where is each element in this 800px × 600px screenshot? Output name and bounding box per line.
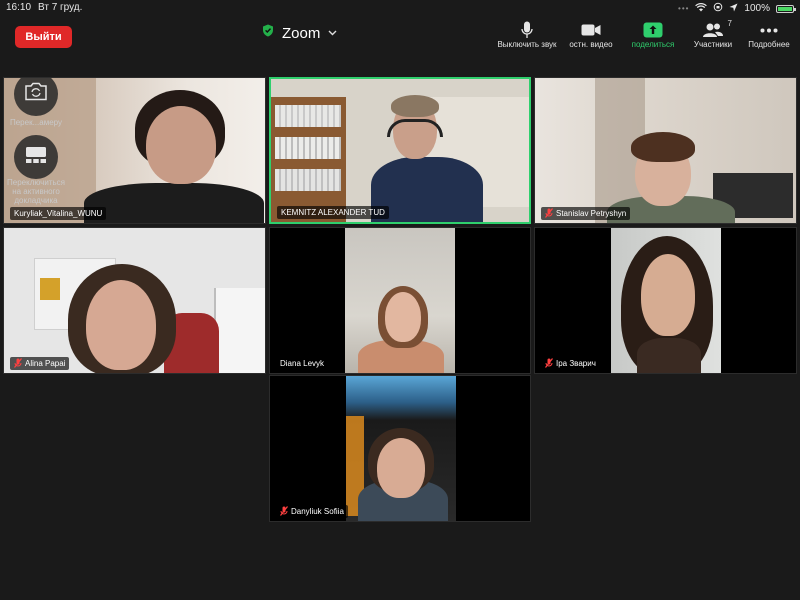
participants-label: Участники — [693, 40, 733, 49]
switch-camera-icon — [24, 82, 48, 106]
participant-name: Alina Papai — [25, 359, 66, 368]
microphone-muted-icon — [545, 207, 553, 220]
participant-name: Danyliuk Sofiia — [291, 507, 344, 516]
participants-count: 7 — [727, 19, 732, 28]
video-tile-active-speaker[interactable]: KEMNITZ ALEXANDER TUD — [269, 77, 531, 224]
status-time: 16:10 — [6, 2, 32, 13]
chevron-down-icon — [328, 28, 337, 39]
participant-name: Kuryliak_Vitalina_WUNU — [14, 209, 103, 218]
bookshelf — [271, 97, 346, 222]
mute-label: Выключить звук — [497, 40, 557, 49]
orientation-lock-icon — [713, 2, 723, 15]
video-tile[interactable]: Іра Зварич — [534, 227, 797, 374]
participant-name-tag: Danyliuk Sofiia — [276, 505, 348, 518]
status-bar: 16:10 Вт 7 груд. ••• 100% — [0, 0, 800, 16]
shield-check-icon — [262, 24, 274, 42]
leave-button[interactable]: Выйти — [15, 26, 72, 48]
meeting-title-dropdown[interactable]: Zoom — [262, 24, 337, 42]
more-label: Подробнее — [748, 40, 790, 49]
switch-camera-label: Перек...амеру — [9, 118, 63, 127]
video-tile[interactable]: Diana Levyk — [269, 227, 531, 374]
microphone-muted-icon — [280, 505, 288, 518]
microphone-muted-icon — [545, 357, 553, 370]
active-speaker-layout-icon — [25, 146, 47, 169]
participant-name-tag: Stanislav Petryshyn — [541, 207, 631, 220]
mute-button[interactable]: Выключить звук — [496, 20, 558, 49]
share-label: поделиться — [631, 40, 675, 49]
participant-name: Іра Зварич — [556, 359, 596, 368]
share-screen-icon — [643, 20, 663, 40]
share-button[interactable]: поделиться — [624, 20, 682, 49]
meeting-toolbar: Выключить звук остн. видео поделиться 7 … — [492, 19, 794, 49]
participant-name: KEMNITZ ALEXANDER TUD — [281, 208, 385, 217]
battery-percent: 100% — [744, 3, 770, 14]
participant-name-tag: KEMNITZ ALEXANDER TUD — [277, 206, 389, 219]
microphone-muted-icon — [14, 357, 22, 370]
meeting-title: Zoom — [282, 24, 321, 42]
wifi-icon — [695, 2, 708, 15]
battery-icon — [776, 4, 796, 13]
microphone-icon — [521, 20, 533, 40]
participant-name-tag: Diana Levyk — [276, 357, 329, 370]
switch-to-active-speaker-button[interactable] — [14, 135, 58, 179]
more-button[interactable]: Подробнее — [744, 20, 794, 49]
participant-name-tag: Kuryliak_Vitalina_WUNU — [10, 207, 107, 220]
participant-name: Stanislav Petryshyn — [556, 209, 627, 218]
multitasking-dots-icon: ••• — [678, 4, 690, 13]
status-date: Вт 7 груд. — [38, 2, 83, 13]
participants-icon — [702, 20, 724, 40]
participant-name-tag: Іра Зварич — [541, 357, 600, 370]
stop-video-label: остн. видео — [569, 40, 613, 49]
participant-name-tag: Alina Papai — [10, 357, 70, 370]
participants-button[interactable]: 7 Участники — [686, 19, 740, 49]
video-tile[interactable]: Alina Papai — [3, 227, 266, 374]
video-tile[interactable]: Danyliuk Sofiia — [269, 375, 531, 522]
participant-name: Diana Levyk — [280, 359, 325, 368]
location-icon — [729, 3, 738, 15]
video-tile[interactable]: Stanislav Petryshyn — [534, 77, 797, 224]
video-camera-icon — [581, 20, 601, 40]
video-tile[interactable]: Перек...амеру Переключиться на активного… — [3, 77, 266, 224]
stop-video-button[interactable]: остн. видео — [562, 20, 620, 49]
switch-to-active-speaker-label: Переключиться на активного докладчика — [7, 178, 65, 205]
more-dots-icon — [760, 20, 778, 40]
